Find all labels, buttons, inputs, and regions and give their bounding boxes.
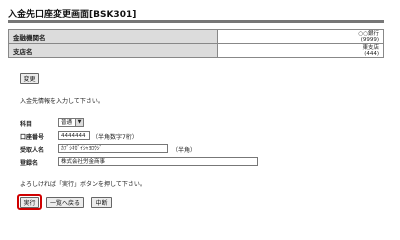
branch-code-text: (444) xyxy=(364,50,379,57)
account-type-label: 科目 xyxy=(20,121,33,128)
registered-name-label: 登録名 xyxy=(20,160,39,167)
recipient-name-input[interactable]: ｶﾌﾞｼｷｶﾞｲｼｬﾖﾛｳｼﾞ xyxy=(58,144,168,153)
account-type-value: 普通 xyxy=(61,120,73,126)
branch-name-label: 支店名 xyxy=(8,43,218,58)
change-button[interactable]: 変更 xyxy=(20,73,39,84)
bank-code-text: (9999) xyxy=(360,36,379,43)
recipient-name-note: （半角） xyxy=(172,147,197,154)
registered-name-input[interactable]: 株式会社労金商事 xyxy=(58,157,258,166)
page-title: 入金先口座変更画面[BSK301] xyxy=(8,10,137,20)
table-row: 支店名 東支店 (444) xyxy=(8,43,384,58)
bank-info-table: 金融機関名 ○○銀行 (9999) 支店名 東支店 (444) xyxy=(8,29,384,58)
account-type-select[interactable]: 普通 ▼ xyxy=(58,118,84,127)
title-divider xyxy=(8,20,384,23)
bank-name-label: 金融機関名 xyxy=(8,29,218,44)
branch-name-value: 東支店 (444) xyxy=(217,43,384,58)
account-number-label: 口座番号 xyxy=(20,134,45,141)
chevron-down-icon: ▼ xyxy=(75,119,83,126)
confirm-text: よろしければ「実行」ボタンを押して下さい。 xyxy=(20,181,146,188)
table-row: 金融機関名 ○○銀行 (9999) xyxy=(8,29,384,44)
cancel-button[interactable]: 中断 xyxy=(91,197,112,208)
account-number-input[interactable]: 4444444 xyxy=(58,131,90,140)
back-to-list-button[interactable]: 一覧へ戻る xyxy=(46,197,84,208)
recipient-name-label: 受取人名 xyxy=(20,147,45,154)
instruction-text: 入金先情報を入力して下さい。 xyxy=(20,98,104,105)
account-number-note: （半角数字7桁） xyxy=(92,134,138,141)
bank-name-value: ○○銀行 (9999) xyxy=(217,29,384,44)
execute-button[interactable]: 実行 xyxy=(20,197,39,208)
